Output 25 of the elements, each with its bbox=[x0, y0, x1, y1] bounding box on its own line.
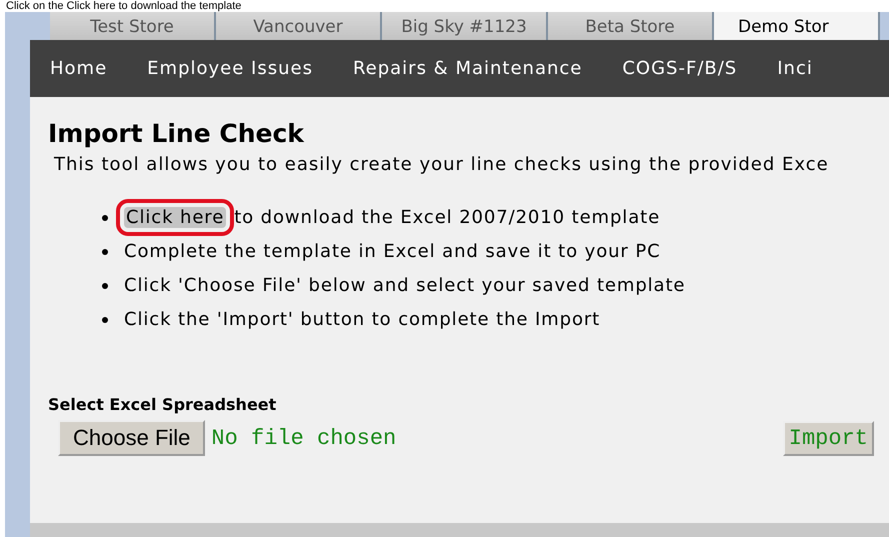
page-title: Import Line Check bbox=[48, 119, 306, 148]
bullet-icon bbox=[102, 215, 108, 221]
store-tab[interactable]: Big Sky #1123 bbox=[382, 12, 548, 40]
bullet-icon bbox=[102, 283, 108, 289]
nav-item[interactable]: Employee Issues bbox=[127, 58, 333, 79]
step-text: Click the 'Import' button to complete the Import bbox=[124, 309, 600, 330]
caption: Click on the Click here to download the template bbox=[5, 0, 242, 12]
nav-item[interactable]: Inci bbox=[757, 58, 833, 79]
store-tab[interactable]: Vancouver bbox=[216, 12, 382, 40]
nav-item[interactable]: COGS-F/B/S bbox=[602, 58, 758, 79]
step-text: Click 'Choose File' below and select your saved template bbox=[124, 275, 686, 296]
step-text: to download the Excel 2007/2010 template bbox=[234, 207, 660, 228]
choose-file-button[interactable]: Choose File bbox=[58, 420, 206, 456]
download-link[interactable]: Click here bbox=[124, 207, 226, 228]
step-text: Complete the template in Excel and save it to your PC bbox=[124, 241, 661, 262]
nav-item[interactable]: Home bbox=[30, 58, 128, 79]
intro-text: This tool allows you to easily create your line checks using the provided Exce bbox=[54, 154, 830, 175]
store-tab[interactable]: Test Store bbox=[50, 12, 216, 40]
upload-label: Select Excel Spreadsheet bbox=[48, 395, 278, 414]
store-tab[interactable]: Demo Stor bbox=[714, 12, 880, 40]
bullet-icon bbox=[102, 317, 108, 323]
file-status: No file chosen bbox=[211, 426, 396, 450]
nav-item[interactable]: Repairs & Maintenance bbox=[332, 58, 602, 79]
bullet-icon bbox=[102, 249, 108, 255]
store-tab[interactable]: Beta Store bbox=[548, 12, 714, 40]
